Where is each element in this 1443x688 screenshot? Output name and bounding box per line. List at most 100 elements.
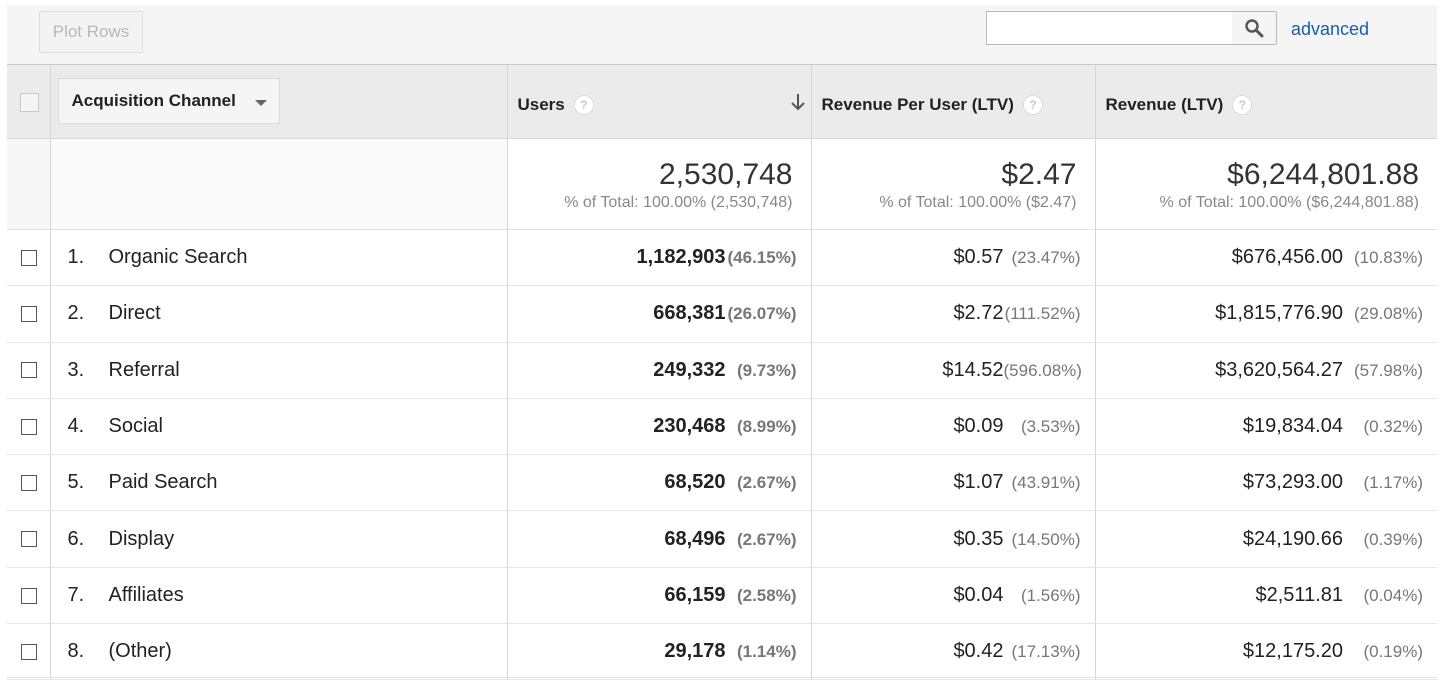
dimension-label: Acquisition Channel (71, 91, 236, 110)
row-index: 5. (67, 471, 85, 494)
row-index: 1. (67, 246, 85, 269)
users-percent: (2.67%) (736, 473, 797, 493)
revenue-percent: (0.19%) (1363, 642, 1423, 662)
rpu-total: $2.47 (1001, 158, 1077, 191)
revenue-percent: (10.83%) (1354, 248, 1423, 268)
revenue-value: $676,456.00 (1231, 246, 1343, 269)
users-value: 230,468 (653, 415, 726, 438)
revenue-total-cell: $6,244,801.88 % of Total: 100.00% ($6,24… (1094, 138, 1437, 230)
revenue-value: $73,293.00 (1242, 471, 1343, 494)
users-value: 68,520 (664, 471, 726, 494)
table-row: 1. Organic Search 1,182,903 (46.15%) $0.57… (7, 229, 1437, 287)
users-value: 668,381 (653, 302, 726, 325)
revenue-total-sub: % of Total: 100.00% ($6,244,801.88) (1159, 194, 1419, 211)
row-checkbox[interactable] (21, 362, 37, 379)
rpu-percent: (17.13%) (1011, 642, 1081, 662)
revenue-value: $24,190.66 (1242, 527, 1343, 550)
revenue-header-label: Revenue (LTV) (1105, 95, 1224, 114)
rpu-value: $0.04 (953, 583, 1004, 606)
totals-row: 2,530,748 % of Total: 100.00% (2,530,748… (7, 138, 1437, 230)
rpu-value: $2.72 (953, 302, 1004, 325)
table-row: 3. Referral 249,332 (9.73%) $14.52(596.08%… (7, 342, 1437, 399)
table-row: 4. Social 230,468 (8.99%) $0.09 (3.53%) $19… (7, 398, 1437, 456)
table-row: 5. Paid Search 68,520 (2.67%) $1.07 (43.91%… (7, 454, 1437, 512)
rpu-total-cell: $2.47 % of Total: 100.00% ($2.47) (810, 138, 1095, 230)
rpu-percent: (1.56%) (1020, 585, 1081, 605)
rpu-value: $1.07 (953, 471, 1004, 494)
rpu-value: $0.35 (953, 527, 1004, 550)
channel-link[interactable]: Affiliates (109, 584, 184, 606)
revenue-percent: (57.98%) (1354, 360, 1423, 380)
search-button[interactable] (1232, 11, 1277, 45)
revenue-percent: (29.08%) (1354, 304, 1423, 324)
channel-link[interactable]: (Other) (109, 640, 172, 662)
revenue-percent: (0.39%) (1363, 529, 1423, 549)
users-percent: (26.07%) (727, 304, 797, 324)
plot-rows-button[interactable]: Plot Rows (39, 11, 143, 53)
revenue-header[interactable]: Revenue (LTV) ? (1094, 64, 1437, 139)
row-index: 3. (67, 358, 85, 381)
dimension-header: Acquisition Channel (49, 64, 507, 139)
select-all-checkbox[interactable] (20, 92, 39, 112)
rpu-percent: (111.52%) (1004, 304, 1081, 324)
channel-link[interactable]: Referral (109, 359, 180, 381)
channel-link[interactable]: Paid Search (109, 471, 218, 493)
select-all-cell (7, 64, 50, 139)
revenue-value: $1,815,776.90 (1215, 302, 1343, 325)
totals-blank (49, 138, 507, 230)
table-bottom-border (7, 677, 1437, 678)
rpu-value: $0.09 (953, 415, 1004, 438)
revenue-value: $12,175.20 (1242, 640, 1343, 663)
table-row: 8. (Other) 29,178 (1.14%) $0.42 (17.13%) $1… (7, 623, 1437, 681)
rpu-percent: (596.08%) (1003, 360, 1082, 380)
row-index: 7. (67, 583, 85, 606)
dimension-selector[interactable]: Acquisition Channel (57, 78, 280, 124)
channel-link[interactable]: Display (109, 528, 175, 550)
channel-link[interactable]: Social (109, 415, 163, 437)
users-percent: (1.14%) (736, 642, 797, 662)
row-index: 6. (67, 527, 85, 550)
sort-descending-icon[interactable] (789, 92, 807, 112)
rpu-percent: (14.50%) (1011, 529, 1081, 549)
advanced-filter-link[interactable]: advanced (1291, 19, 1369, 40)
row-checkbox[interactable] (21, 531, 37, 548)
users-percent: (2.67%) (736, 529, 797, 549)
revenue-total: $6,244,801.88 (1227, 158, 1419, 191)
table-search-input[interactable] (986, 11, 1233, 45)
revenue-percent: (0.32%) (1363, 417, 1423, 437)
row-checkbox[interactable] (21, 306, 37, 323)
rpu-value: $0.42 (953, 640, 1004, 663)
users-header[interactable]: Users ? (506, 64, 811, 139)
help-icon[interactable]: ? (573, 95, 594, 115)
users-total-cell: 2,530,748 % of Total: 100.00% (2,530,748… (506, 138, 811, 230)
users-total-sub: % of Total: 100.00% (2,530,748) (564, 194, 793, 211)
users-value: 68,496 (664, 527, 726, 550)
caret-down-icon (254, 100, 267, 106)
channel-link[interactable]: Direct (109, 302, 161, 324)
table-row: 6. Display 68,496 (2.67%) $0.35 (14.50%) $2… (7, 510, 1437, 568)
help-icon[interactable]: ? (1232, 95, 1253, 115)
users-percent: (8.99%) (736, 417, 797, 437)
help-icon[interactable]: ? (1022, 95, 1043, 115)
row-checkbox[interactable] (21, 249, 37, 266)
row-checkbox[interactable] (21, 418, 37, 435)
row-checkbox[interactable] (21, 475, 37, 492)
users-total: 2,530,748 (659, 158, 793, 191)
revenue-percent: (1.17%) (1363, 473, 1423, 493)
channel-link[interactable]: Organic Search (109, 246, 248, 268)
revenue-value: $19,834.04 (1242, 415, 1343, 438)
table-body: 1. Organic Search 1,182,903 (46.15%) $0.57… (7, 229, 1437, 681)
row-checkbox[interactable] (21, 587, 37, 604)
row-checkbox[interactable] (21, 643, 37, 660)
magnifier-icon (1245, 19, 1264, 38)
rpu-header[interactable]: Revenue Per User (LTV) ? (810, 64, 1095, 139)
rpu-percent: (23.47%) (1011, 248, 1081, 268)
users-header-label: Users (517, 95, 565, 114)
users-value: 29,178 (664, 640, 726, 663)
row-index: 4. (67, 415, 85, 438)
table-row: 7. Affiliates 66,159 (2.58%) $0.04 (1.56%) … (7, 567, 1437, 625)
users-percent: (2.58%) (736, 585, 797, 605)
revenue-value: $3,620,564.27 (1215, 358, 1343, 381)
users-percent: (9.73%) (736, 360, 797, 380)
data-table: Acquisition Channel Users ? Revenue Per … (7, 64, 1437, 681)
